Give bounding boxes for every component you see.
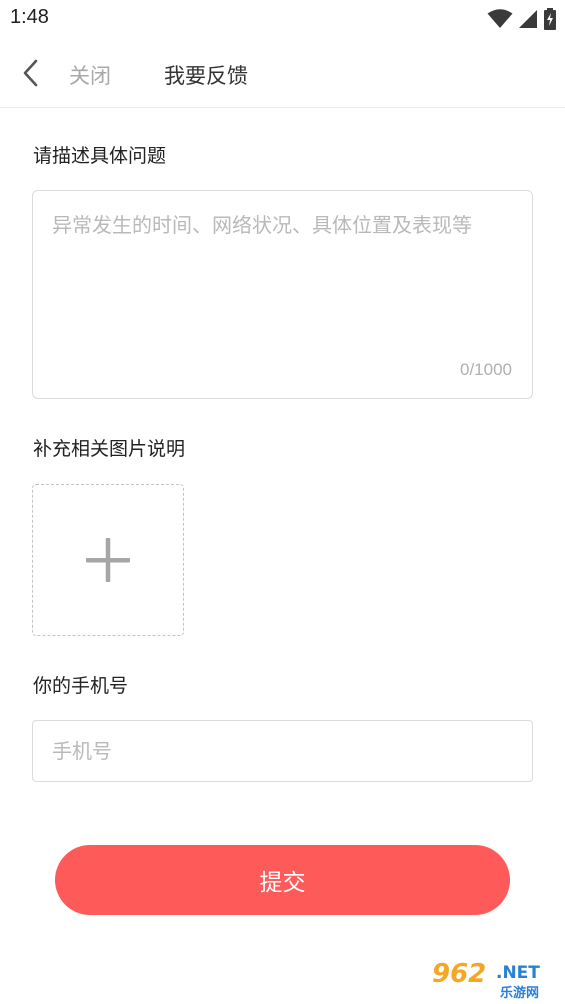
description-box: 0/1000 — [32, 190, 533, 399]
status-time: 1:48 — [10, 6, 49, 28]
chevron-left-icon — [23, 59, 38, 87]
status-icons — [487, 7, 557, 31]
svg-text:乐游网: 乐游网 — [500, 985, 539, 1001]
phone-field — [32, 720, 533, 782]
submit-button[interactable]: 提交 — [55, 845, 510, 915]
back-button[interactable] — [14, 56, 48, 90]
page-title: 我要反馈 — [164, 64, 248, 88]
add-image-button[interactable] — [32, 484, 184, 636]
wifi-icon — [487, 9, 513, 28]
description-input[interactable] — [52, 209, 517, 359]
plus-icon — [85, 537, 130, 582]
images-label: 补充相关图片说明 — [33, 438, 186, 460]
svg-text:.NET: .NET — [496, 963, 540, 983]
svg-text:962: 962 — [432, 959, 486, 989]
close-link[interactable]: 关闭 — [69, 60, 111, 90]
battery-icon — [544, 8, 556, 30]
watermark-logo: 962 .NET 乐游网 — [426, 954, 563, 1001]
character-counter: 0/1000 — [460, 360, 512, 379]
status-bar: 1:48 — [0, 0, 565, 38]
nav-bar: 关闭 我要反馈 — [0, 38, 565, 108]
phone-label: 你的手机号 — [33, 675, 129, 697]
signal-icon — [519, 10, 537, 28]
description-label: 请描述具体问题 — [33, 145, 167, 167]
phone-input[interactable] — [52, 721, 512, 781]
